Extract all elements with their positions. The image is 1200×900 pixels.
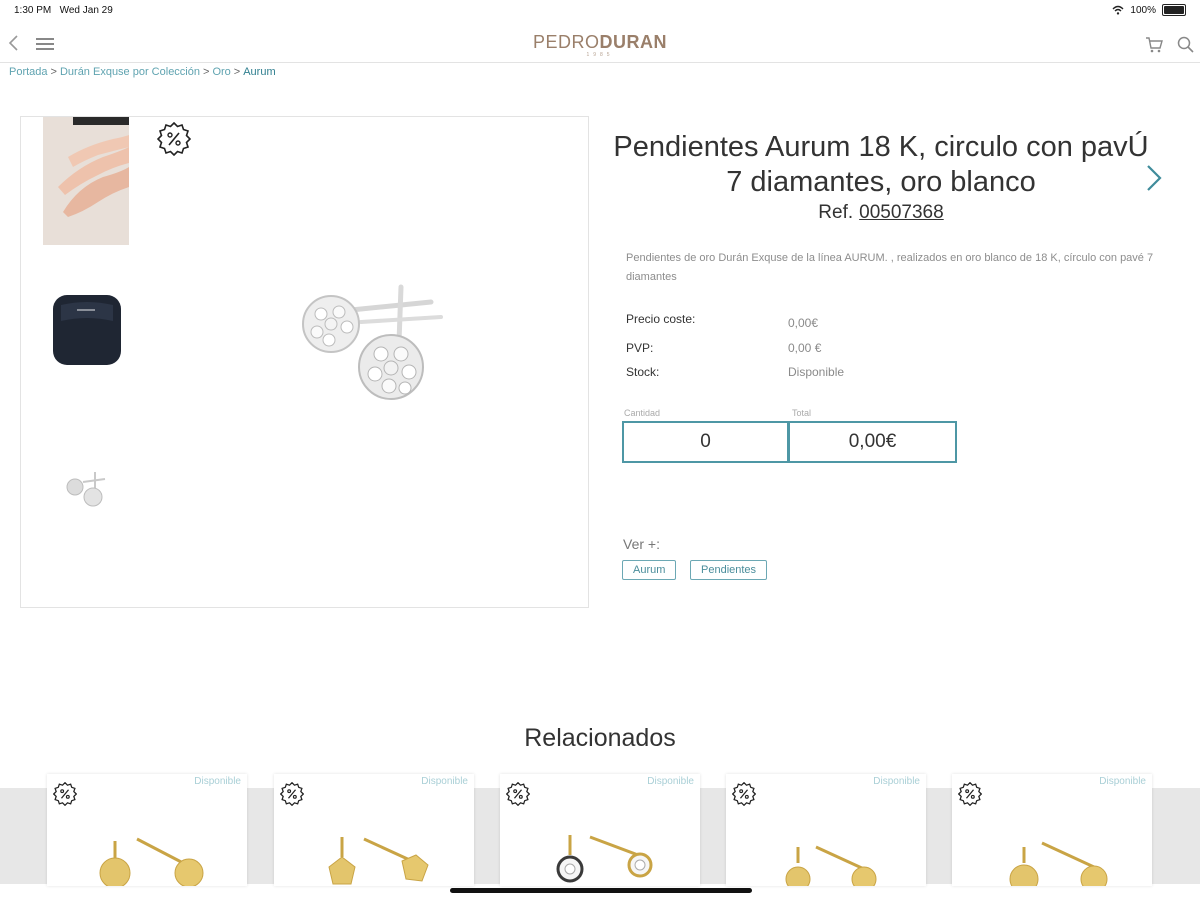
- related-product-card[interactable]: Disponible: [500, 774, 700, 886]
- chevron-right-icon[interactable]: [1140, 160, 1166, 196]
- availability-label: Disponible: [1099, 776, 1146, 787]
- breadcrumb-separator: >: [50, 66, 57, 78]
- availability-label: Disponible: [873, 776, 920, 787]
- breadcrumb-current[interactable]: Aurum: [243, 66, 275, 78]
- tag-aurum[interactable]: Aurum: [622, 560, 677, 580]
- search-icon[interactable]: [1176, 35, 1196, 55]
- discount-badge-icon: [280, 782, 304, 806]
- spec-label-cost: Precio coste:: [626, 312, 696, 326]
- related-title: Relacionados: [524, 724, 676, 752]
- related-product-card[interactable]: Disponible: [274, 774, 474, 886]
- logo-text-left: PEDRO: [532, 32, 600, 52]
- menu-icon[interactable]: [36, 38, 54, 50]
- thumbnail-earrings[interactable]: [43, 437, 129, 517]
- brand-logo[interactable]: PEDRODURAN: [500, 32, 700, 53]
- availability-label: Disponible: [194, 776, 241, 787]
- logo-text-right: DURAN: [599, 32, 667, 52]
- discount-badge-icon: [958, 782, 982, 806]
- total-value: 0,00€: [788, 421, 957, 463]
- status-right: 100%: [1112, 4, 1186, 16]
- breadcrumb-separator: >: [233, 66, 241, 78]
- availability-label: Disponible: [421, 776, 468, 787]
- discount-badge-icon: [506, 782, 530, 806]
- logo-subtitle: 1985: [586, 52, 614, 58]
- see-more-label: Ver +:: [623, 536, 660, 552]
- spec-label-pvp: PVP:: [626, 341, 654, 355]
- breadcrumb-home[interactable]: Portada: [9, 66, 48, 78]
- battery-icon: [1162, 4, 1186, 16]
- related-product-image: [556, 835, 653, 883]
- tag-pendientes[interactable]: Pendientes: [690, 560, 768, 580]
- product-reference: Ref. 00507368: [608, 202, 1154, 224]
- product-description: Pendientes de oro Durán Exquse de la lín…: [626, 252, 1154, 283]
- discount-badge-icon: [53, 782, 77, 806]
- battery-percent: 100%: [1130, 4, 1156, 16]
- breadcrumb-gold[interactable]: Oro: [212, 66, 230, 78]
- breadcrumb-collection[interactable]: Durán Exquse por Colección: [60, 66, 200, 78]
- product-title: Pendientes Aurum 18 K, circulo con pavÚ …: [613, 131, 1149, 198]
- status-clock: 1:30 PM: [14, 5, 52, 16]
- status-date: Wed Jan 29: [59, 5, 113, 16]
- quantity-input[interactable]: 0: [622, 421, 789, 463]
- spec-value-pvp: 0,00 €: [788, 341, 822, 355]
- quantity-label: Cantidad: [624, 408, 661, 418]
- total-label: Total: [792, 408, 812, 418]
- spec-value-stock: Disponible: [788, 365, 845, 379]
- back-icon[interactable]: [6, 33, 22, 53]
- discount-badge-icon: [156, 121, 192, 157]
- status-bar: 1:30 PM Wed Jan 29 100%: [0, 0, 1200, 22]
- related-product-image: [1009, 841, 1108, 886]
- product-main-image[interactable]: [291, 282, 461, 412]
- breadcrumb: Portada > Durán Exquse por Colección > Oro > A…: [9, 66, 276, 78]
- home-indicator[interactable]: [450, 888, 752, 893]
- product-gallery: [20, 116, 589, 608]
- wifi-icon: [1112, 5, 1124, 15]
- related-product-card[interactable]: Disponible: [952, 774, 1152, 886]
- discount-badge-icon: [732, 782, 756, 806]
- related-product-card[interactable]: Disponible: [47, 774, 247, 886]
- status-time: 1:30 PM Wed Jan 29: [14, 5, 113, 16]
- spec-value-cost: 0,00€: [788, 316, 819, 330]
- ref-number[interactable]: 00507368: [859, 202, 944, 223]
- spec-label-stock: Stock:: [626, 365, 660, 379]
- related-product-image: [328, 837, 429, 885]
- related-product-card[interactable]: Disponible: [726, 774, 926, 886]
- top-navigation: PEDRODURAN 1985: [0, 24, 1200, 63]
- thumbnail-box[interactable]: [43, 277, 129, 377]
- related-product-image: [99, 837, 204, 886]
- ref-label: Ref.: [818, 202, 854, 223]
- availability-label: Disponible: [647, 776, 694, 787]
- cart-icon[interactable]: [1144, 36, 1164, 54]
- breadcrumb-separator: >: [203, 66, 210, 78]
- related-product-image: [785, 845, 877, 886]
- thumbnail-hands[interactable]: [43, 117, 129, 245]
